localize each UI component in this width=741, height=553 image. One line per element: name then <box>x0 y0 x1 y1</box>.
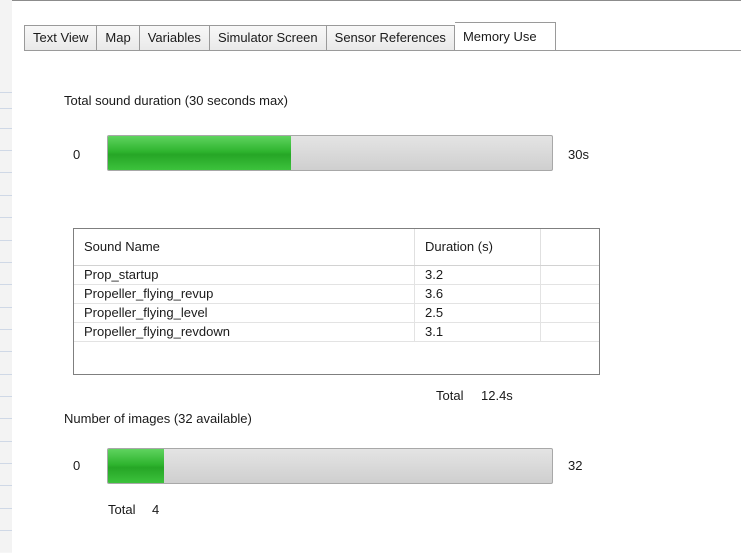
images-progress-min-label: 0 <box>73 458 81 473</box>
sound-duration-progress-fill <box>108 136 292 170</box>
table-header: Sound Name Duration (s) <box>74 229 599 266</box>
column-header-empty[interactable] <box>541 229 599 265</box>
images-progress-fill <box>108 449 164 483</box>
panel-divider <box>0 217 12 218</box>
panel-divider <box>0 128 12 129</box>
panel-divider <box>0 284 12 285</box>
sound-name-cell: Propeller_flying_revup <box>74 285 415 304</box>
column-header-duration[interactable]: Duration (s) <box>415 229 541 265</box>
panel-divider <box>0 92 12 93</box>
panel-divider <box>0 150 12 151</box>
panel-divider <box>0 530 12 531</box>
sound-total-label: Total <box>436 388 464 403</box>
panel-divider <box>0 108 12 109</box>
duration-cell: 3.6 <box>415 285 541 304</box>
empty-cell <box>541 323 599 342</box>
empty-cell <box>541 304 599 323</box>
sound-duration-progress-bar <box>107 135 553 171</box>
table-row[interactable]: Propeller_flying_revdown 3.1 <box>74 323 599 342</box>
panel-divider <box>0 240 12 241</box>
table-row[interactable]: Propeller_flying_revup 3.6 <box>74 285 599 304</box>
panel-divider <box>0 172 12 173</box>
sound-progress-max-label: 30s <box>568 147 589 162</box>
panel-divider <box>0 508 12 509</box>
tab-divider <box>24 50 741 51</box>
panel-divider <box>0 418 12 419</box>
images-total-value: 4 <box>152 502 160 517</box>
table-row[interactable]: Prop_startup 3.2 <box>74 266 599 285</box>
duration-cell: 3.1 <box>415 323 541 342</box>
sound-total-value: 12.4s <box>481 388 513 403</box>
column-header-sound-name[interactable]: Sound Name <box>74 229 415 265</box>
panel-divider <box>0 307 12 308</box>
sound-name-cell: Propeller_flying_revdown <box>74 323 415 342</box>
panel-divider <box>0 262 12 263</box>
empty-cell <box>541 266 599 285</box>
sound-name-cell: Propeller_flying_level <box>74 304 415 323</box>
tab-variables[interactable]: Variables <box>139 25 210 51</box>
images-heading: Number of images (32 available) <box>64 411 252 426</box>
duration-cell: 2.5 <box>415 304 541 323</box>
duration-cell: 3.2 <box>415 266 541 285</box>
panel-divider <box>0 463 12 464</box>
tab-sensor-references[interactable]: Sensor References <box>326 25 455 51</box>
images-total-label: Total <box>108 502 136 517</box>
tab-bar: Text View Map Variables Simulator Screen… <box>24 22 556 51</box>
sound-table: Sound Name Duration (s) Prop_startup 3.2… <box>73 228 600 375</box>
panel-divider <box>0 195 12 196</box>
tab-simulator-screen[interactable]: Simulator Screen <box>209 25 327 51</box>
panel-divider <box>0 351 12 352</box>
panel-divider <box>0 441 12 442</box>
tab-memory-use[interactable]: Memory Use <box>454 22 556 51</box>
sound-progress-min-label: 0 <box>73 147 81 162</box>
tab-map[interactable]: Map <box>97 25 140 51</box>
empty-cell <box>541 285 599 304</box>
panel-divider <box>0 485 12 486</box>
panel-divider <box>0 374 12 375</box>
panel-divider <box>0 396 12 397</box>
table-row[interactable]: Propeller_flying_level 2.5 <box>74 304 599 323</box>
sound-name-cell: Prop_startup <box>74 266 415 285</box>
sound-duration-heading: Total sound duration (30 seconds max) <box>64 93 289 108</box>
panel-divider <box>0 329 12 330</box>
images-progress-max-label: 32 <box>568 458 583 473</box>
images-progress-bar <box>107 448 553 484</box>
tab-text-view[interactable]: Text View <box>24 25 98 51</box>
